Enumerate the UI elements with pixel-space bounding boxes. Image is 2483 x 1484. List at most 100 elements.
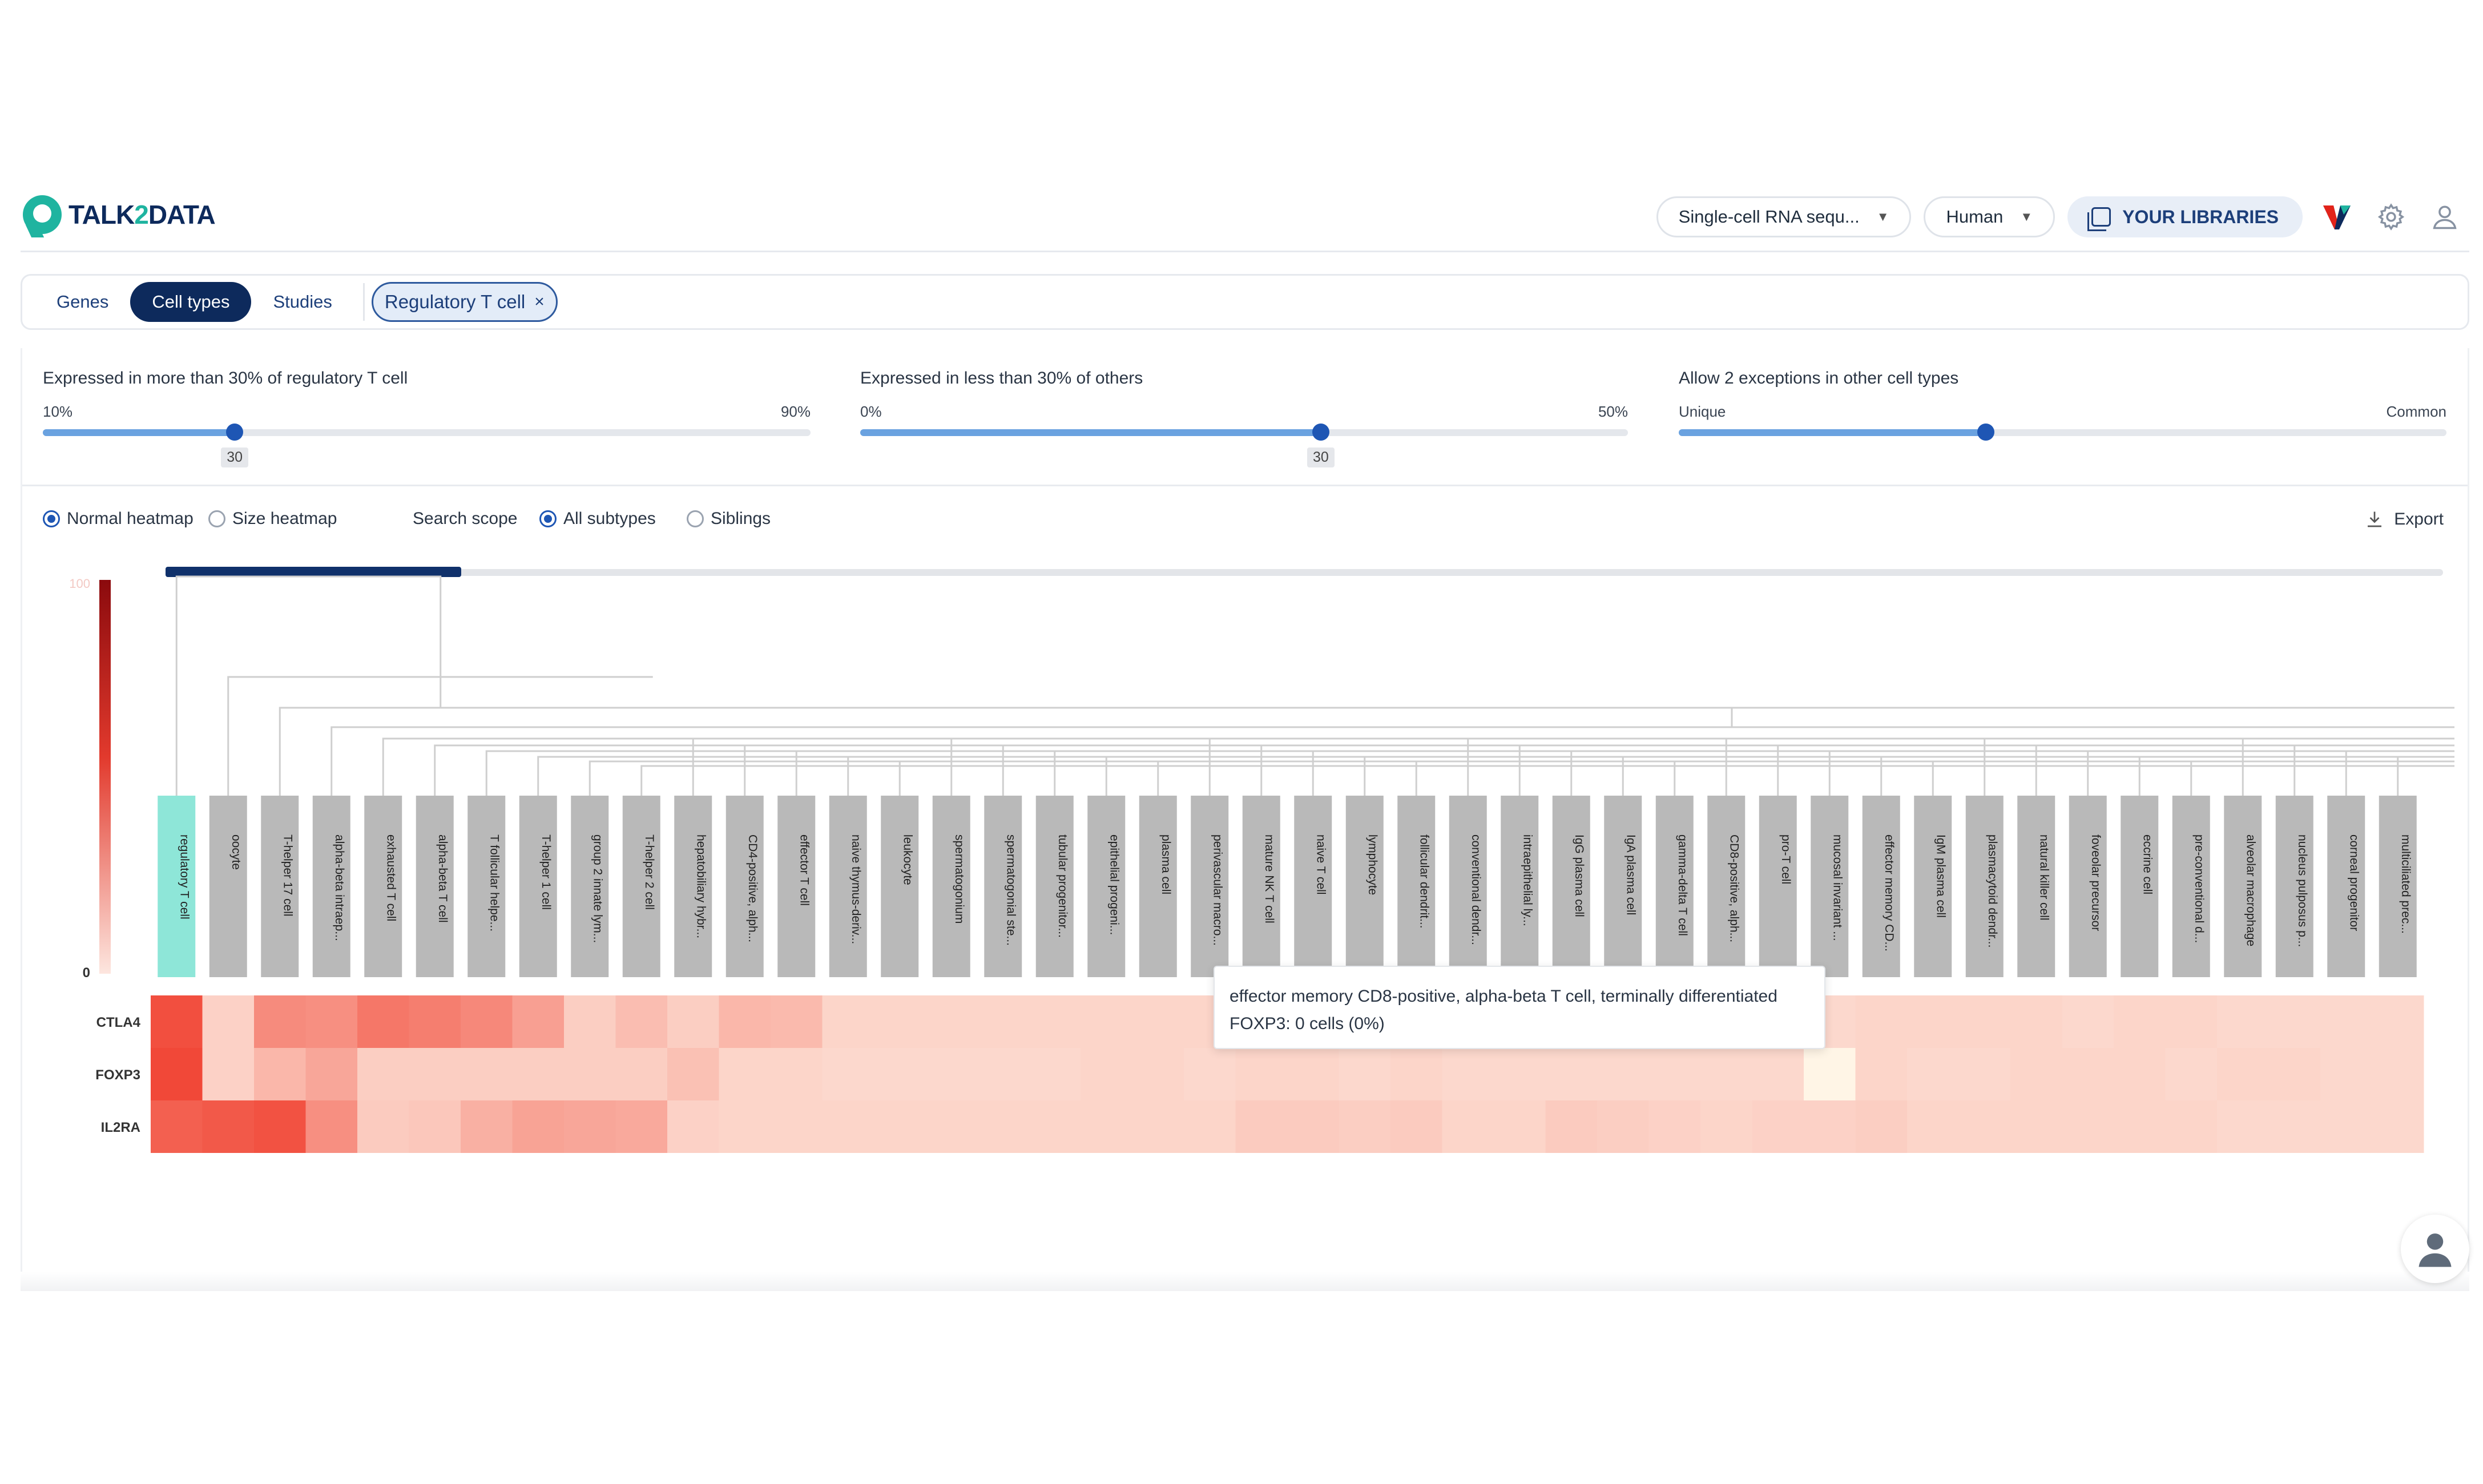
heatmap-cell[interactable] xyxy=(151,1100,203,1153)
heatmap-cell[interactable] xyxy=(925,995,978,1048)
heatmap-cell[interactable] xyxy=(254,1100,306,1153)
heatmap-cell[interactable] xyxy=(1804,1100,1856,1153)
heatmap-scrollbar-thumb[interactable] xyxy=(166,567,461,577)
heatmap-cell[interactable] xyxy=(1907,995,1959,1048)
export-button[interactable]: Export xyxy=(2364,509,2444,530)
heatmap-cell[interactable] xyxy=(357,1048,409,1100)
heatmap-cell[interactable] xyxy=(254,995,306,1048)
heatmap-cell[interactable] xyxy=(1132,1100,1184,1153)
heatmap-cell[interactable] xyxy=(357,1100,409,1153)
heatmap-cell[interactable] xyxy=(151,1048,203,1100)
heatmap-cell[interactable] xyxy=(512,1048,565,1100)
radio-all-subtypes[interactable]: All subtypes xyxy=(539,509,656,529)
close-icon[interactable]: × xyxy=(534,292,545,312)
heatmap-cell[interactable] xyxy=(977,995,1029,1048)
heatmap-cell[interactable] xyxy=(615,1048,668,1100)
heatmap-cell[interactable] xyxy=(1855,995,1908,1048)
heatmap-cell[interactable] xyxy=(1029,1048,1081,1100)
heatmap-cell[interactable] xyxy=(357,995,409,1048)
radio-normal-heatmap[interactable]: Normal heatmap xyxy=(43,509,194,529)
heatmap-cell[interactable] xyxy=(1235,1048,1288,1100)
heatmap-cell[interactable] xyxy=(2114,1100,2166,1153)
heatmap-cell[interactable] xyxy=(1132,995,1184,1048)
heatmap-cell[interactable] xyxy=(202,1100,255,1153)
heatmap-cell[interactable] xyxy=(1442,1048,1494,1100)
heatmap-cell[interactable] xyxy=(1907,1048,1959,1100)
heatmap-cell[interactable] xyxy=(1597,1100,1649,1153)
heatmap-cell[interactable] xyxy=(925,1100,978,1153)
heatmap-cell[interactable] xyxy=(2372,1100,2424,1153)
gear-icon[interactable] xyxy=(2375,200,2408,233)
heatmap-cell[interactable] xyxy=(977,1100,1029,1153)
heatmap-cell[interactable] xyxy=(2165,1100,2218,1153)
heatmap-cell[interactable] xyxy=(1494,1048,1546,1100)
heatmap-cell[interactable] xyxy=(1545,1048,1598,1100)
heatmap-cell[interactable] xyxy=(822,995,874,1048)
heatmap-cell[interactable] xyxy=(977,1048,1029,1100)
heatmap-cell[interactable] xyxy=(1029,1100,1081,1153)
radio-siblings[interactable]: Siblings xyxy=(687,509,771,529)
talk2data-logo[interactable]: TALK2DATA xyxy=(23,195,216,234)
heatmap-cell[interactable] xyxy=(1648,1048,1701,1100)
heatmap-cell[interactable] xyxy=(2217,995,2269,1048)
slider-track[interactable] xyxy=(1679,424,2446,441)
heatmap-cell[interactable] xyxy=(719,1048,771,1100)
slider-handle[interactable] xyxy=(1312,424,1329,441)
heatmap-cell[interactable] xyxy=(2320,995,2372,1048)
heatmap-cell[interactable] xyxy=(771,995,823,1048)
tab-studies[interactable]: Studies xyxy=(251,282,353,322)
heatmap-cell[interactable] xyxy=(822,1100,874,1153)
heatmap-cell[interactable] xyxy=(2268,1048,2321,1100)
heatmap-cell[interactable] xyxy=(1958,1100,2011,1153)
heatmap-cell[interactable] xyxy=(667,1048,719,1100)
user-account-icon[interactable] xyxy=(2428,200,2461,233)
heatmap-cell[interactable] xyxy=(2165,995,2218,1048)
heatmap-cell[interactable] xyxy=(822,1048,874,1100)
slider-track[interactable]: 30 xyxy=(43,424,811,467)
tab-genes[interactable]: Genes xyxy=(35,282,130,322)
heatmap-cell[interactable] xyxy=(1545,1100,1598,1153)
heatmap-cell[interactable] xyxy=(771,1100,823,1153)
heatmap-cell[interactable] xyxy=(1081,995,1132,1048)
column-header-box[interactable] xyxy=(209,796,247,977)
heatmap-cell[interactable] xyxy=(2372,1048,2424,1100)
tab-cell-types[interactable]: Cell types xyxy=(130,282,252,322)
heatmap-cell[interactable] xyxy=(461,1100,513,1153)
column-header-box[interactable] xyxy=(881,796,919,977)
heatmap-cell[interactable] xyxy=(874,1100,926,1153)
heatmap-cell[interactable] xyxy=(1339,1048,1391,1100)
heatmap-cell[interactable] xyxy=(2010,1048,2062,1100)
heatmap-cell[interactable] xyxy=(1855,1048,1908,1100)
heatmap-cell[interactable] xyxy=(1235,1100,1288,1153)
heatmap-cell[interactable] xyxy=(1081,1100,1132,1153)
heatmap-cell[interactable] xyxy=(1648,1100,1701,1153)
heatmap-cell[interactable] xyxy=(615,995,668,1048)
heatmap-cell[interactable] xyxy=(2114,1048,2166,1100)
heatmap-cell[interactable] xyxy=(202,995,255,1048)
heatmap-cell[interactable] xyxy=(305,995,358,1048)
heatmap-cell[interactable] xyxy=(2217,1048,2269,1100)
heatmap-cell[interactable] xyxy=(461,995,513,1048)
heatmap-cell[interactable] xyxy=(2010,995,2062,1048)
heatmap-cell[interactable] xyxy=(2320,1048,2372,1100)
slider-handle[interactable] xyxy=(1977,424,1994,441)
heatmap-cell[interactable] xyxy=(667,1100,719,1153)
heatmap-cell[interactable] xyxy=(615,1100,668,1153)
heatmap-cell[interactable] xyxy=(2320,1100,2372,1153)
heatmap-cell[interactable] xyxy=(719,995,771,1048)
heatmap-cell[interactable] xyxy=(564,1048,616,1100)
heatmap-cell[interactable] xyxy=(254,1048,306,1100)
heatmap-scrollbar-track[interactable] xyxy=(166,569,2443,576)
heatmap-cell[interactable] xyxy=(1287,1100,1339,1153)
heatmap-cell[interactable] xyxy=(1184,1100,1236,1153)
heatmap-cell[interactable] xyxy=(1752,1048,1804,1100)
heatmap-cell[interactable] xyxy=(1855,1100,1908,1153)
heatmap-cell[interactable] xyxy=(2010,1100,2062,1153)
heatmap-cell[interactable] xyxy=(1700,1048,1752,1100)
species-select[interactable]: Human ▼ xyxy=(1924,196,2055,237)
dataset-select[interactable]: Single-cell RNA sequ... ▼ xyxy=(1656,196,1912,237)
heatmap-cell[interactable] xyxy=(1339,1100,1391,1153)
slider-track[interactable]: 30 xyxy=(860,424,1628,467)
heatmap-cell[interactable] xyxy=(719,1100,771,1153)
radio-size-heatmap[interactable]: Size heatmap xyxy=(208,509,337,529)
